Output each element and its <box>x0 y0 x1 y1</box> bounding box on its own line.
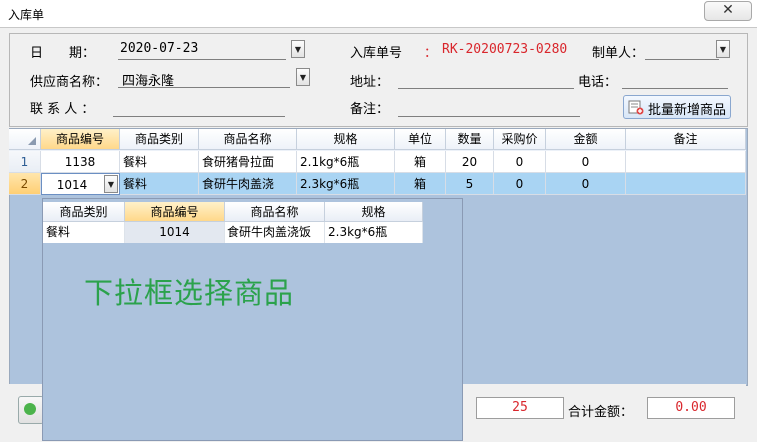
popup-col-code[interactable]: 商品编号 <box>125 202 225 222</box>
total-qty: 25 <box>476 397 564 419</box>
row-number[interactable]: 2 <box>9 173 41 195</box>
remark-field[interactable] <box>398 98 580 117</box>
cell-qty[interactable]: 20 <box>446 151 494 173</box>
table-row[interactable]: 1 1138 餐料 食研猪骨拉面 2.1kg*6瓶 箱 20 0 0 <box>9 151 746 173</box>
supplier-field[interactable]: 四海永隆 <box>118 69 290 89</box>
order-no-value: RK-20200723-0280 <box>442 42 568 57</box>
cell-category[interactable]: 餐料 <box>120 173 199 195</box>
close-icon: ✕ <box>722 2 734 18</box>
batch-add-icon <box>628 100 644 115</box>
cell-price[interactable]: 0 <box>494 151 546 173</box>
cell-note[interactable] <box>626 151 746 173</box>
col-header-amount[interactable]: 金额 <box>546 129 626 150</box>
supplier-dropdown-button[interactable]: ▼ <box>296 68 310 86</box>
date-value: 2020-07-23 <box>120 41 199 56</box>
order-no-label: 入库单号 <box>350 46 403 61</box>
col-header-spec[interactable]: 规格 <box>297 129 395 150</box>
batch-add-label: 批量新增商品 <box>648 103 727 118</box>
dropdown-arrow-icon: ▼ <box>107 180 115 189</box>
cell-qty[interactable]: 5 <box>446 173 494 195</box>
add-row-button[interactable] <box>18 396 44 424</box>
cell-code: 1014 <box>56 178 88 192</box>
code-combo-editor[interactable]: 1014 ▼ <box>41 173 120 195</box>
maker-field[interactable] <box>645 41 719 60</box>
date-dropdown-button[interactable]: ▼ <box>291 40 305 58</box>
col-header-note[interactable]: 备注 <box>626 129 746 150</box>
cell-spec[interactable]: 2.1kg*6瓶 <box>297 151 395 173</box>
cell-name[interactable]: 食研猪骨拉面 <box>199 151 297 173</box>
popup-col-name[interactable]: 商品名称 <box>225 202 325 222</box>
phone-label: 电话： <box>578 75 618 90</box>
dropdown-annotation: 下拉框选择商品 <box>84 276 295 310</box>
address-label: 地址： <box>350 75 390 90</box>
col-header-price[interactable]: 采购价 <box>494 129 546 150</box>
cell-code[interactable]: 1138 <box>41 151 120 173</box>
address-field[interactable] <box>398 70 574 89</box>
col-header-unit[interactable]: 单位 <box>395 129 446 150</box>
cell-amount[interactable]: 0 <box>546 151 626 173</box>
col-header-qty[interactable]: 数量 <box>446 129 494 150</box>
close-button[interactable]: ✕ <box>704 1 752 21</box>
add-icon <box>24 403 36 415</box>
popup-cell-category: 餐料 <box>43 222 125 243</box>
row-number[interactable]: 1 <box>9 151 41 173</box>
supplier-label: 供应商名称： <box>30 75 109 90</box>
maker-label: 制单人： <box>592 46 645 61</box>
cell-category[interactable]: 餐料 <box>120 151 199 173</box>
cell-unit[interactable]: 箱 <box>395 173 446 195</box>
maker-dropdown-button[interactable]: ▼ <box>716 40 730 58</box>
cell-price[interactable]: 0 <box>494 173 546 195</box>
code-dropdown-button[interactable]: ▼ <box>104 175 118 193</box>
cell-spec[interactable]: 2.3kg*6瓶 <box>297 173 395 195</box>
date-label: 日 期： <box>30 46 96 61</box>
list-item[interactable]: 餐料 1014 食研牛肉盖浇饭 2.3kg*6瓶 <box>43 222 423 243</box>
popup-col-spec[interactable]: 规格 <box>325 202 423 222</box>
dropdown-arrow-icon: ▼ <box>719 45 727 54</box>
total-amount-value: 0.00 <box>647 397 735 419</box>
cell-unit[interactable]: 箱 <box>395 151 446 173</box>
popup-cell-name: 食研牛肉盖浇饭 <box>225 222 325 243</box>
popup-col-category[interactable]: 商品类别 <box>43 202 125 222</box>
col-header-code[interactable]: 商品编号 <box>41 129 120 150</box>
col-header-name[interactable]: 商品名称 <box>199 129 297 150</box>
contact-field[interactable] <box>113 98 285 117</box>
corner-select-icon <box>28 137 36 145</box>
cell-name[interactable]: 食研牛肉盖浇 <box>199 173 297 195</box>
product-dropdown-popup[interactable]: 商品类别 商品编号 商品名称 规格 餐料 1014 食研牛肉盖浇饭 2.3kg*… <box>42 198 463 441</box>
cell-amount[interactable]: 0 <box>546 173 626 195</box>
col-header-category[interactable]: 商品类别 <box>120 129 199 150</box>
phone-field[interactable] <box>622 70 728 89</box>
dropdown-arrow-icon: ▼ <box>299 73 307 82</box>
batch-add-button[interactable]: 批量新增商品 <box>623 95 731 119</box>
table-row-selected[interactable]: 2 1014 ▼ 餐料 食研牛肉盖浇 2.3kg*6瓶 箱 5 0 0 <box>9 173 746 195</box>
supplier-value: 四海永隆 <box>122 74 175 89</box>
cell-note[interactable] <box>626 173 746 195</box>
date-field[interactable]: 2020-07-23 <box>118 41 286 60</box>
title-bar: 入库单 ✕ <box>0 0 757 27</box>
remark-label: 备注： <box>350 102 390 117</box>
window-title: 入库单 <box>8 8 45 22</box>
dropdown-arrow-icon: ▼ <box>294 45 302 54</box>
grid-corner[interactable] <box>9 129 41 150</box>
total-amount-label: 合计金额： <box>568 405 634 420</box>
contact-label: 联 系 人 ： <box>30 102 95 117</box>
popup-cell-spec: 2.3kg*6瓶 <box>325 222 423 243</box>
popup-cell-code: 1014 <box>125 222 225 243</box>
